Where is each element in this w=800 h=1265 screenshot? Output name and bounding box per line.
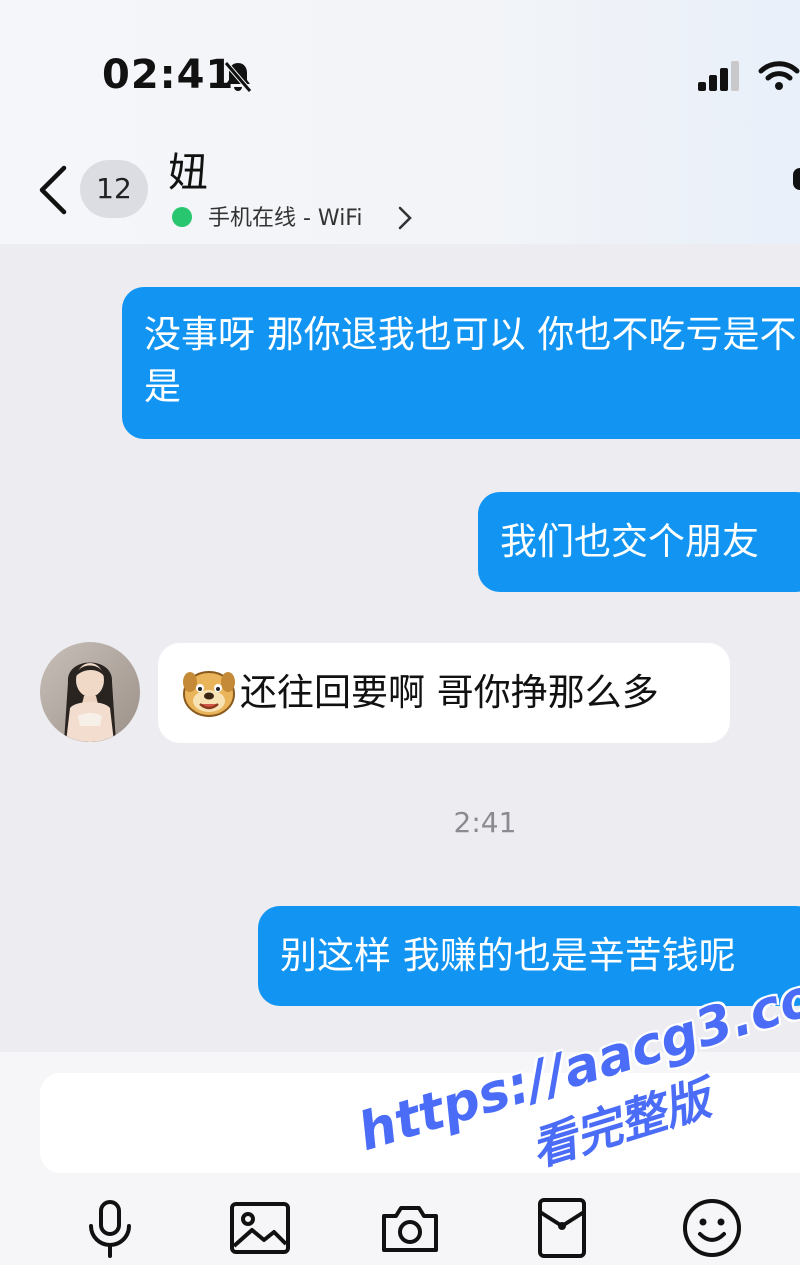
- message-bubble-incoming[interactable]: 还往回要啊 哥你挣那么多: [158, 643, 730, 743]
- more-menu-icon[interactable]: [793, 168, 800, 190]
- online-indicator: [172, 207, 192, 227]
- message-input[interactable]: [40, 1073, 800, 1173]
- signal-icon: [698, 61, 739, 91]
- online-status[interactable]: 手机在线 - WiFi: [208, 200, 362, 232]
- contact-avatar[interactable]: [40, 642, 140, 742]
- message-bubble-outgoing[interactable]: 别这样 我赚的也是辛苦钱呢: [258, 906, 800, 1006]
- mic-icon[interactable]: [78, 1196, 142, 1260]
- message-bubble-outgoing[interactable]: 我们也交个朋友: [478, 492, 800, 592]
- message-timestamp: 2:41: [453, 806, 517, 839]
- mute-icon: [224, 61, 252, 93]
- unread-badge[interactable]: 12: [80, 160, 148, 218]
- red-packet-icon[interactable]: [530, 1196, 594, 1260]
- status-time: 02:41: [102, 52, 235, 98]
- contact-name[interactable]: 妞: [168, 140, 208, 198]
- message-text: 别这样 我赚的也是辛苦钱呢: [280, 934, 736, 977]
- wifi-icon: [758, 61, 800, 90]
- message-bubble-outgoing[interactable]: 没事呀 那你退我也可以 你也不吃亏是不是: [122, 287, 800, 439]
- chevron-right-icon[interactable]: [396, 204, 414, 232]
- dog-face-emoji-icon: [183, 671, 235, 717]
- message-text: 我们也交个朋友: [500, 520, 759, 563]
- message-text: 还往回要啊 哥你挣那么多: [240, 671, 659, 714]
- back-button[interactable]: [30, 162, 74, 218]
- emoji-icon[interactable]: [680, 1196, 744, 1260]
- avatar-image: [40, 642, 140, 742]
- message-text: 没事呀 那你退我也可以 你也不吃亏是不是: [144, 313, 797, 408]
- camera-icon[interactable]: [378, 1196, 442, 1260]
- image-icon[interactable]: [228, 1196, 292, 1260]
